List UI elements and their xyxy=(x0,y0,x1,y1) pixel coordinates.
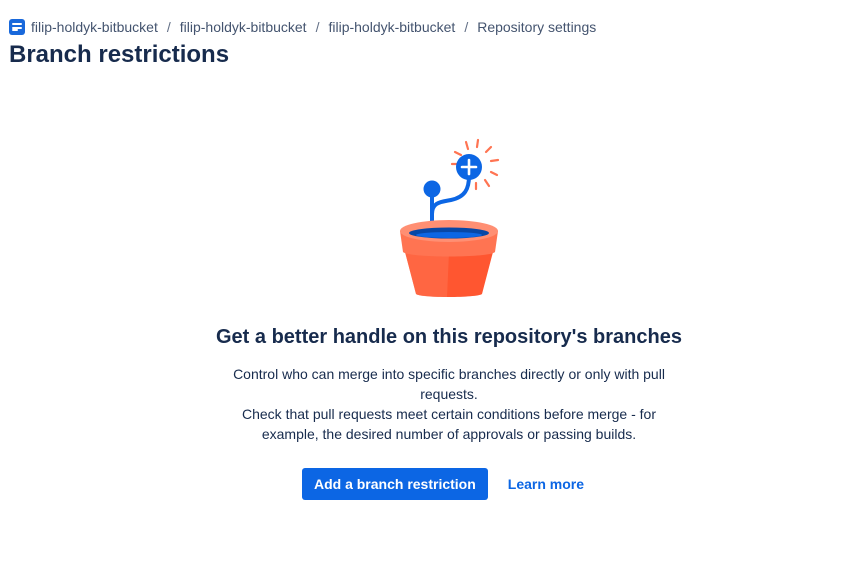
add-branch-restriction-button[interactable]: Add a branch restriction xyxy=(301,468,488,500)
breadcrumb-repository-settings[interactable]: Repository settings xyxy=(477,19,596,35)
empty-state-description-line: Check that pull requests meet certain co… xyxy=(242,406,656,442)
page-title: Branch restrictions xyxy=(9,41,230,68)
empty-state-heading: Get a better handle on this repository's… xyxy=(216,326,682,348)
breadcrumb-repository[interactable]: filip-holdyk-bitbucket xyxy=(328,19,455,35)
learn-more-link[interactable]: Learn more xyxy=(496,468,596,500)
plant-pot-branch-icon xyxy=(400,138,500,297)
empty-state-description-line: Control who can merge into specific bran… xyxy=(233,366,665,402)
empty-state-actions: Add a branch restriction Learn more xyxy=(301,468,596,500)
workspace-logo-icon xyxy=(9,19,25,35)
breadcrumb-project[interactable]: filip-holdyk-bitbucket xyxy=(180,19,307,35)
empty-state-description: Control who can merge into specific bran… xyxy=(224,364,674,444)
branch-restrictions-page: filip-holdyk-bitbucket / filip-holdyk-bi… xyxy=(0,0,848,576)
breadcrumb-separator: / xyxy=(166,19,171,35)
breadcrumb: filip-holdyk-bitbucket / filip-holdyk-bi… xyxy=(9,18,596,36)
empty-state: Get a better handle on this repository's… xyxy=(0,134,848,500)
breadcrumb-separator: / xyxy=(464,19,469,35)
breadcrumb-separator: / xyxy=(315,19,320,35)
breadcrumb-workspace[interactable]: filip-holdyk-bitbucket xyxy=(31,19,158,35)
